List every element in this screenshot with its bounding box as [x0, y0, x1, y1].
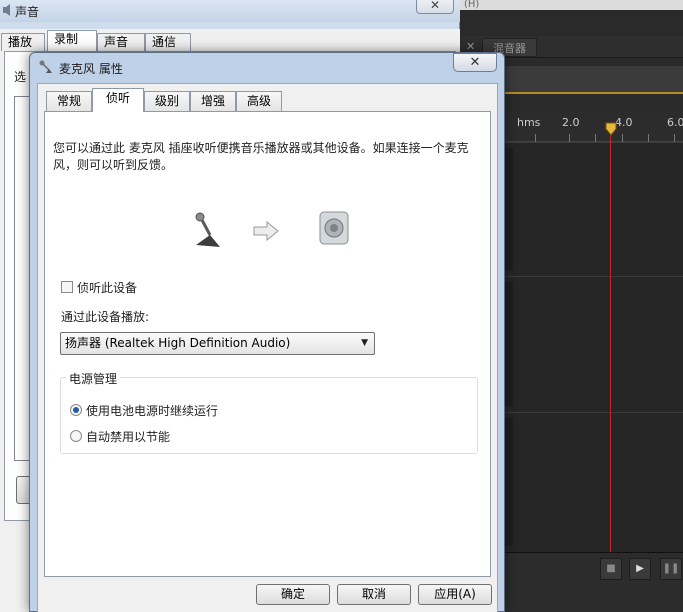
mic-dialog-title: 麦克风 属性 [59, 62, 123, 76]
tab-enhancements[interactable]: 增强 [190, 91, 236, 111]
ruler-mark-label: 2.0 [562, 116, 580, 129]
editor-toolbar [505, 66, 683, 92]
pause-button[interactable]: ❚❚ [660, 558, 682, 580]
tab-communications[interactable]: 通信 [145, 33, 191, 51]
tab-recording[interactable]: 录制 [47, 30, 97, 52]
sound-titlebar: 声音 [0, 0, 460, 22]
listen-device-checkbox[interactable] [61, 281, 73, 293]
track-lane[interactable] [505, 276, 683, 412]
apply-button[interactable]: 应用(A) [418, 584, 492, 605]
chevron-down-icon: ▼ [361, 338, 368, 348]
playback-device-label: 通过此设备播放: [61, 310, 150, 324]
ok-button[interactable]: 确定 [256, 584, 330, 605]
listen-description: 您可以通过此 麦克风 插座收听便携音乐播放器或其他设备。如果连接一个麦克风，则可… [53, 141, 469, 172]
mic-close-button[interactable]: ✕ [453, 53, 497, 72]
tab-levels[interactable]: 级别 [144, 91, 190, 111]
track-header [505, 418, 513, 546]
microphone-icon [39, 60, 52, 73]
ruler-mark-label: 4.0 [615, 116, 633, 129]
arrow-right-icon [253, 221, 279, 241]
microphone-properties-dialog: 麦克风 属性 ✕ 常规 侦听 级别 增强 高级 您可以通过此 麦克风 插座收听便… [29, 52, 505, 612]
accent-line [505, 92, 683, 94]
tab-listen[interactable]: 侦听 [92, 88, 144, 112]
ruler-unit-label: hms [517, 116, 541, 129]
speaker-icon [3, 4, 10, 16]
continue-on-battery-label[interactable]: 使用电池电源时继续运行 [86, 402, 218, 419]
sound-close-button[interactable]: ✕ [416, 0, 454, 14]
track-lane[interactable] [505, 142, 683, 276]
tab-playback[interactable]: 播放 [1, 33, 45, 51]
playback-device-value: 扬声器 (Realtek High Definition Audio) [65, 336, 291, 350]
auto-disable-label[interactable]: 自动禁用以节能 [86, 428, 170, 445]
speaker-icon [319, 211, 349, 245]
playback-device-select[interactable]: 扬声器 (Realtek High Definition Audio) ▼ [60, 332, 375, 355]
track-lane[interactable] [505, 412, 683, 552]
playhead-line [610, 132, 611, 552]
power-management-legend: 电源管理 [66, 370, 121, 387]
ruler-tick [622, 134, 623, 142]
timeline-ruler[interactable]: hms 2.0 4.0 6.0 [505, 112, 683, 142]
ruler-tick [569, 134, 570, 142]
auto-disable-radio[interactable] [70, 430, 82, 442]
stop-button[interactable]: ■ [600, 558, 622, 580]
microphone-icon [195, 212, 220, 247]
track-header [505, 282, 513, 406]
sound-panel-prompt: 选 [14, 70, 27, 84]
tab-sounds[interactable]: 声音 [97, 33, 145, 51]
ruler-tick [674, 134, 675, 142]
menu-bar-fragment: (H) [456, 0, 683, 10]
track-header [505, 148, 513, 270]
mic-titlebar[interactable]: 麦克风 属性 [30, 53, 504, 79]
listen-device-label[interactable]: 侦听此设备 [77, 279, 137, 296]
ruler-tick [535, 134, 536, 142]
sound-dialog-title: 声音 [15, 5, 40, 19]
ruler-tick [648, 134, 649, 142]
cancel-button[interactable]: 取消 [337, 584, 411, 605]
playhead-icon[interactable] [605, 122, 617, 136]
ruler-tick [595, 134, 596, 142]
play-button[interactable]: ▶ [629, 558, 651, 580]
tab-general[interactable]: 常规 [46, 91, 92, 111]
continue-on-battery-radio[interactable] [70, 404, 82, 416]
transport-bar [505, 552, 683, 612]
tab-advanced[interactable]: 高级 [236, 91, 282, 111]
ruler-mark-label: 6.0 [667, 116, 683, 129]
